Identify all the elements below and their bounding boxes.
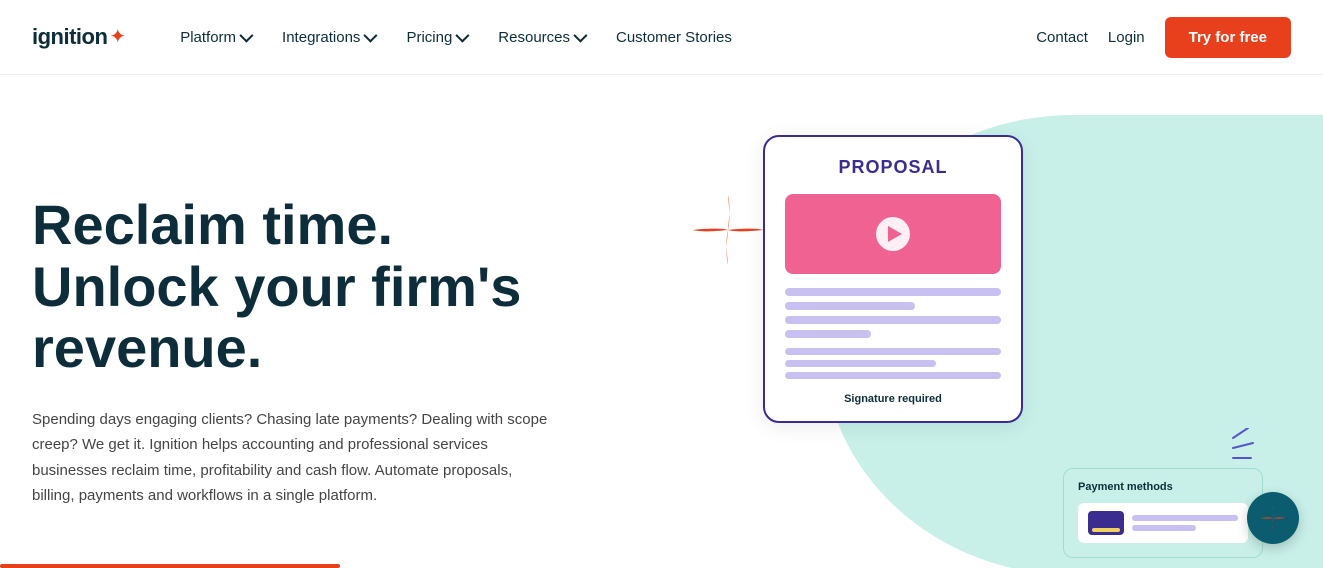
payment-card-inner bbox=[1078, 503, 1248, 543]
hero-subtext: Spending days engaging clients? Chasing … bbox=[32, 407, 552, 509]
play-triangle-icon bbox=[888, 226, 902, 242]
credit-card-icon bbox=[1088, 511, 1124, 535]
payment-methods-card: Payment methods bbox=[1063, 468, 1263, 558]
chat-float-button[interactable] bbox=[1247, 492, 1299, 544]
nav-pricing[interactable]: Pricing bbox=[392, 21, 480, 54]
star-chat-icon bbox=[1260, 505, 1286, 531]
hero-content: Reclaim time. Unlock your firm's revenue… bbox=[32, 194, 552, 509]
play-button[interactable] bbox=[876, 217, 910, 251]
chevron-down-icon bbox=[364, 29, 378, 43]
main-nav: ignition ✦ Platform Integrations Pricing… bbox=[0, 0, 1323, 75]
nav-links: Platform Integrations Pricing Resources … bbox=[166, 21, 1036, 54]
login-link[interactable]: Login bbox=[1108, 29, 1145, 46]
payment-card-title: Payment methods bbox=[1078, 481, 1248, 493]
chevron-down-icon bbox=[456, 29, 470, 43]
proposal-bottom-section bbox=[785, 348, 1001, 379]
logo[interactable]: ignition ✦ bbox=[32, 24, 126, 50]
hero-illustration: PROPOSAL Signature required bbox=[663, 75, 1323, 568]
chevron-down-icon bbox=[239, 29, 253, 43]
contact-link[interactable]: Contact bbox=[1036, 29, 1088, 46]
nav-integrations[interactable]: Integrations bbox=[268, 21, 388, 54]
proposal-card: PROPOSAL Signature required bbox=[763, 135, 1023, 423]
proposal-title: PROPOSAL bbox=[785, 157, 1001, 178]
try-for-free-button[interactable]: Try for free bbox=[1165, 17, 1291, 58]
nav-resources[interactable]: Resources bbox=[484, 21, 598, 54]
nav-customer-stories[interactable]: Customer Stories bbox=[602, 21, 746, 54]
signature-required-text: Signature required bbox=[785, 393, 1001, 405]
nav-right: Contact Login Try for free bbox=[1036, 17, 1291, 58]
bottom-progress-bar bbox=[0, 564, 340, 568]
nav-platform[interactable]: Platform bbox=[166, 21, 264, 54]
proposal-text-lines bbox=[785, 288, 1001, 338]
logo-text: ignition bbox=[32, 24, 107, 50]
chevron-down-icon bbox=[573, 29, 587, 43]
logo-star: ✦ bbox=[109, 27, 126, 47]
red-star-icon bbox=[693, 195, 763, 265]
proposal-video-thumbnail bbox=[785, 194, 1001, 274]
hero-section: Reclaim time. Unlock your firm's revenue… bbox=[0, 75, 1323, 568]
hero-headline: Reclaim time. Unlock your firm's revenue… bbox=[32, 194, 552, 379]
